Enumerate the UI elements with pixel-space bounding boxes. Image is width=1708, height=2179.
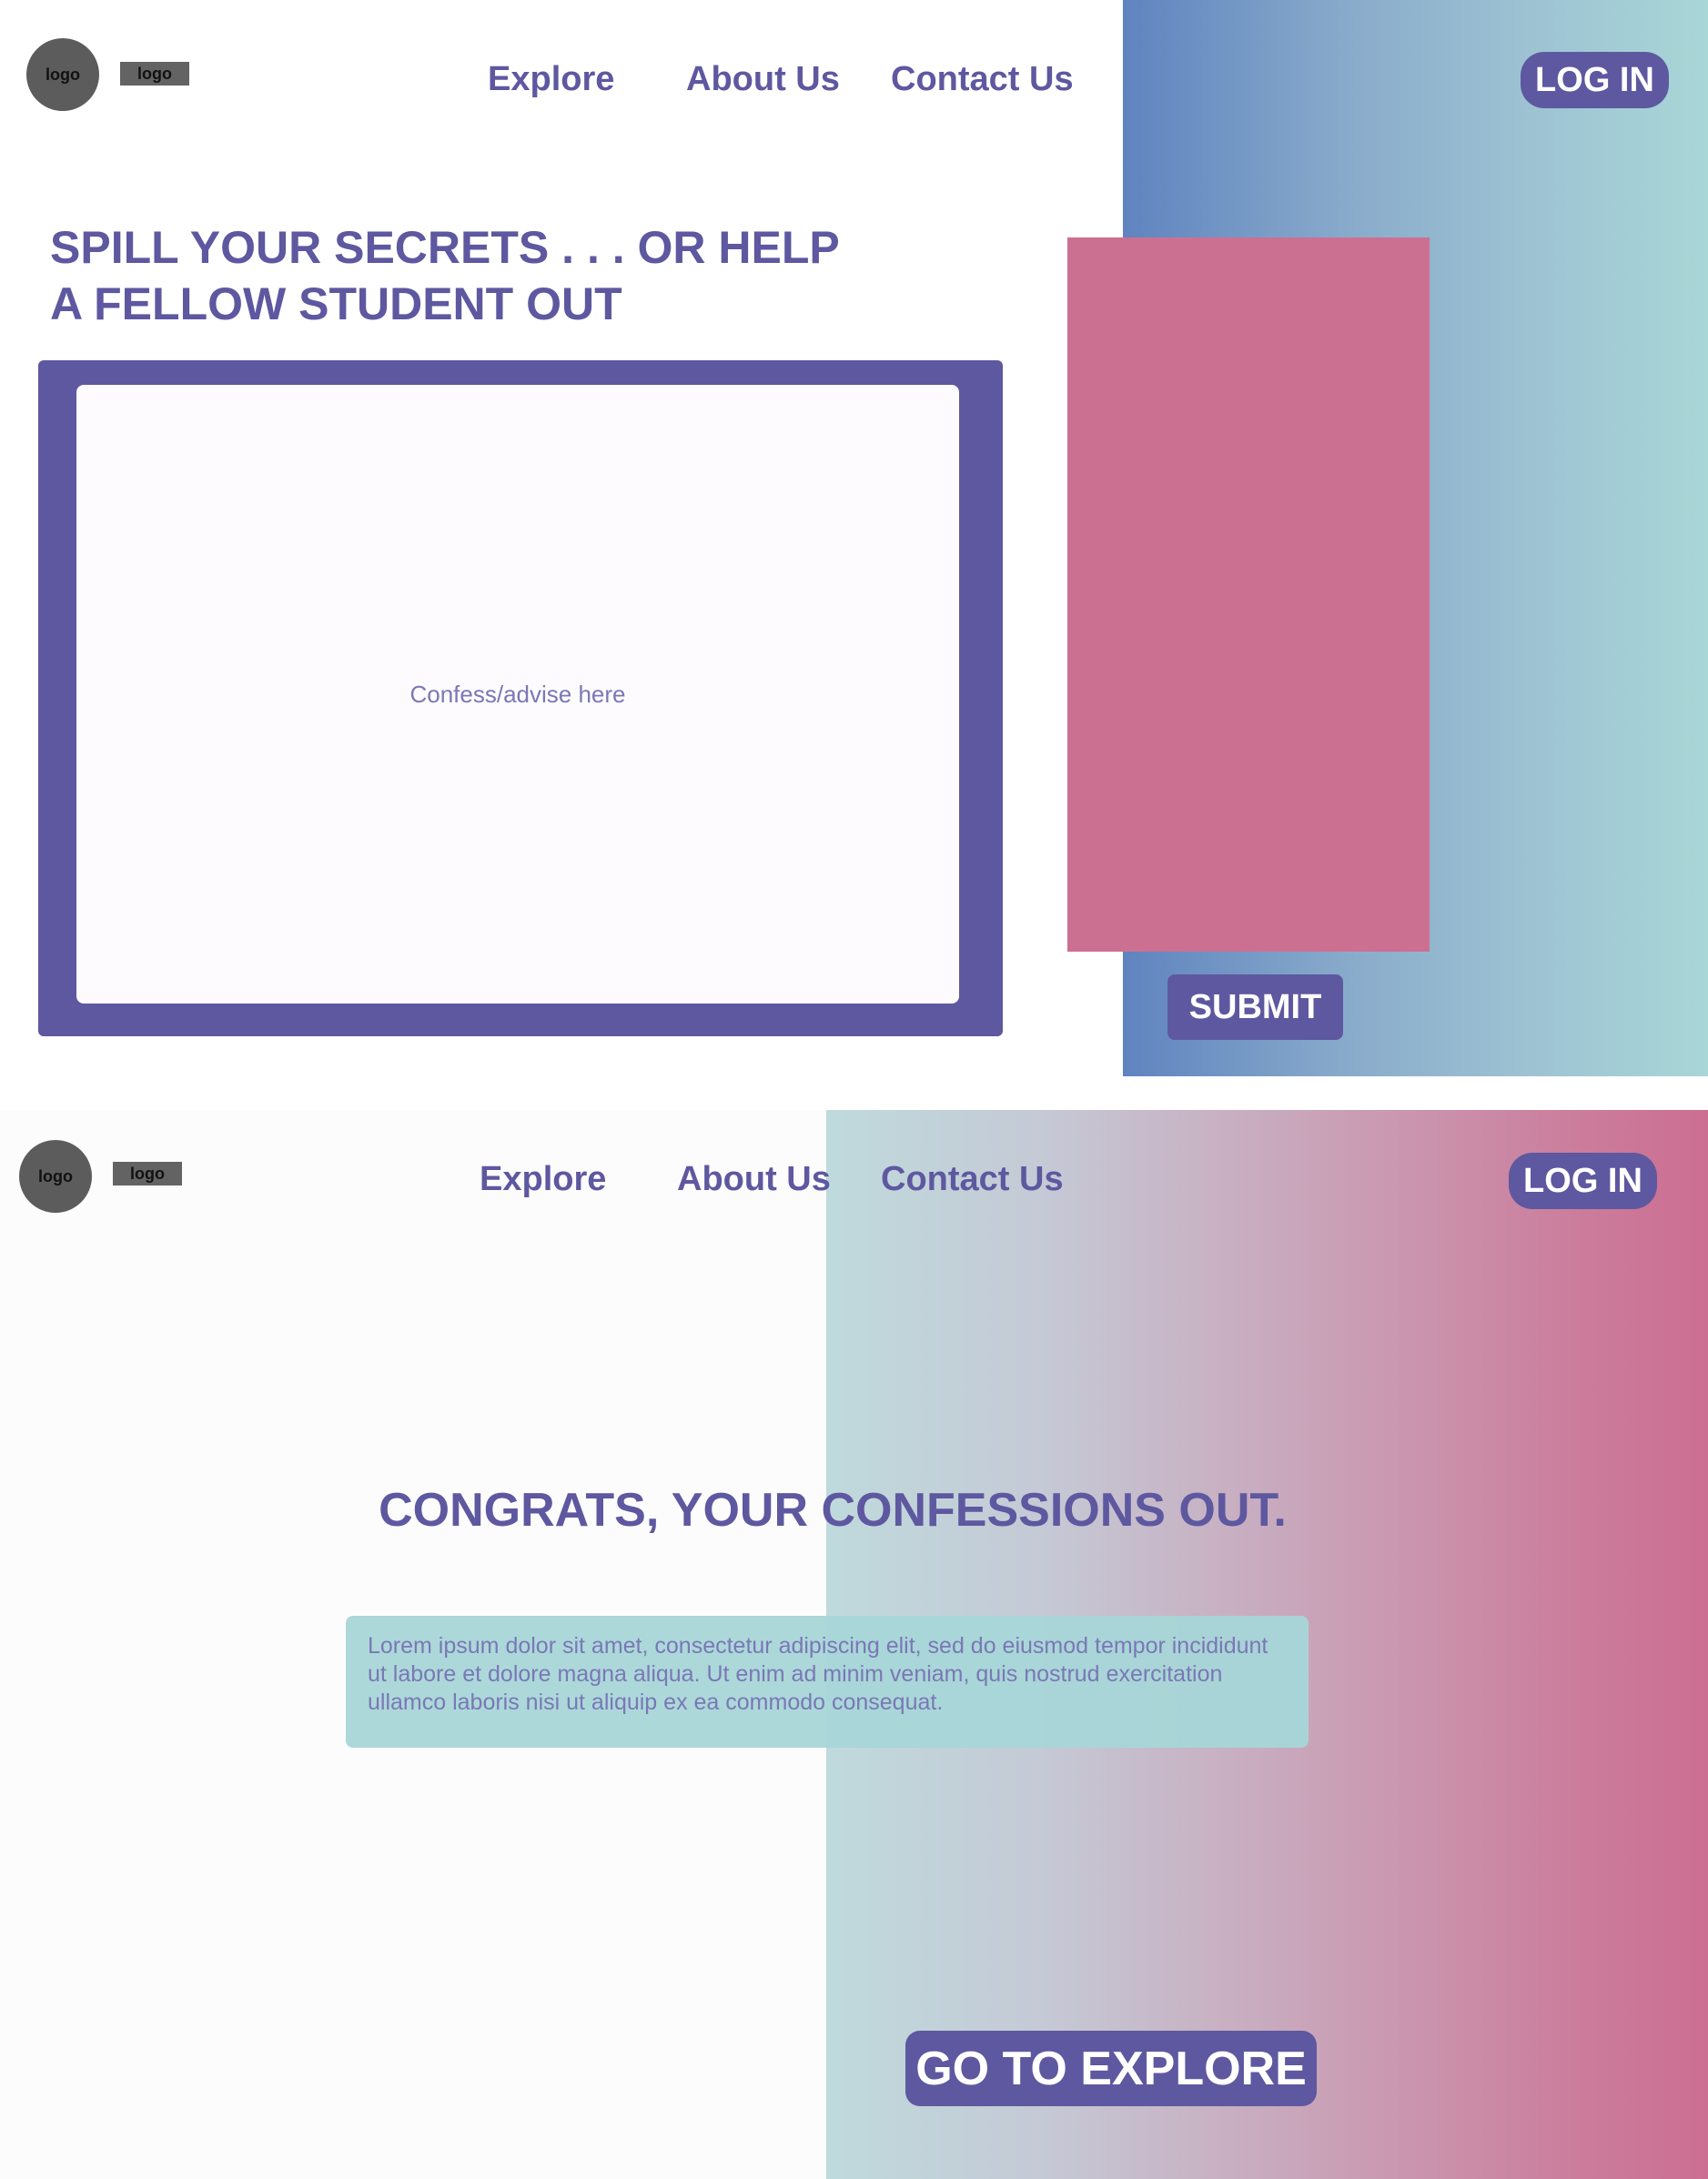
confession-textarea[interactable]: Confess/advise here [76,385,959,1004]
message-box: Lorem ipsum dolor sit amet, consectetur … [346,1616,1309,1748]
logo-wordmark[interactable]: logo [120,62,189,86]
logo-circle[interactable]: logo [19,1140,92,1213]
confession-box: Confess/advise here [38,360,1003,1036]
nav-about-us[interactable]: About Us [686,60,840,99]
submit-button[interactable]: SUBMIT [1167,974,1343,1040]
login-button[interactable]: LOG IN [1509,1153,1657,1209]
headline-line-1: SPILL YOUR SECRETS . . . OR HELP [50,222,840,273]
image-placeholder-panel [1067,237,1430,952]
confess-page: logo logo Explore About Us Contact Us LO… [0,0,1708,1076]
headline-line-2: A FELLOW STUDENT OUT [50,278,622,329]
confirmation-page: logo logo Explore About Us Contact Us LO… [0,1110,1708,2179]
login-button[interactable]: LOG IN [1521,52,1669,108]
message-text: Lorem ipsum dolor sit amet, consectetur … [368,1633,1268,1715]
congrats-heading: CONGRATS, YOUR CONFESSIONS OUT. [379,1484,1287,1537]
nav-contact-us[interactable]: Contact Us [891,60,1074,99]
nav-contact-us[interactable]: Contact Us [881,1160,1064,1199]
logo-wordmark[interactable]: logo [113,1162,182,1185]
logo-circle[interactable]: logo [26,38,99,111]
confession-placeholder: Confess/advise here [409,680,626,708]
nav-about-us[interactable]: About Us [677,1160,831,1199]
nav-explore[interactable]: Explore [488,60,614,99]
nav-explore[interactable]: Explore [480,1160,606,1199]
go-to-explore-button[interactable]: GO TO EXPLORE [905,2031,1317,2106]
page-headline: SPILL YOUR SECRETS . . . OR HELP A FELLO… [50,219,840,332]
